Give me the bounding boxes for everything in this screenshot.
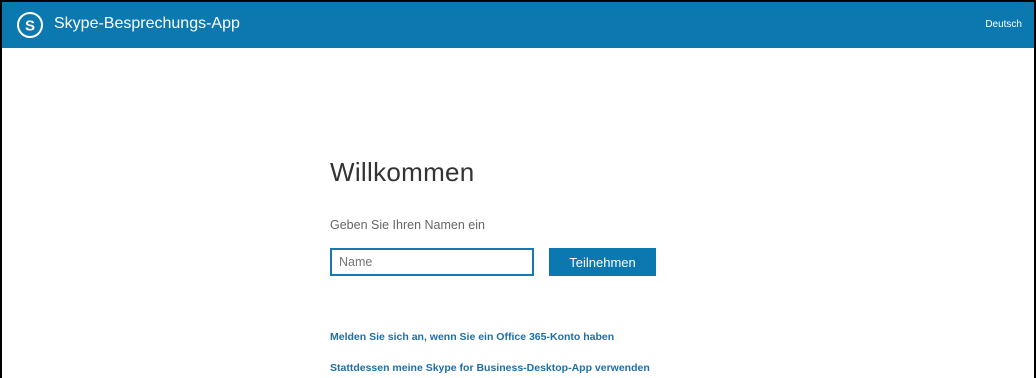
name-input[interactable] — [330, 248, 534, 276]
skype-logo-icon: S — [16, 11, 44, 39]
svg-text:S: S — [25, 18, 35, 35]
welcome-heading: Willkommen — [330, 157, 475, 187]
language-selector[interactable]: Deutsch — [985, 19, 1022, 30]
sign-in-office365-link[interactable]: Melden Sie sich an, wenn Sie ein Office … — [330, 331, 614, 343]
join-button[interactable]: Teilnehmen — [549, 248, 656, 276]
use-desktop-app-link[interactable]: Stattdessen meine Skype for Business-Des… — [330, 362, 650, 374]
top-bar: S Skype-Besprechungs-App Deutsch — [2, 2, 1034, 48]
name-prompt-label: Geben Sie Ihren Namen ein — [330, 218, 485, 232]
skype-meeting-window: S Skype-Besprechungs-App Deutsch Willkom… — [0, 0, 1036, 378]
app-title: Skype-Besprechungs-App — [54, 15, 240, 32]
